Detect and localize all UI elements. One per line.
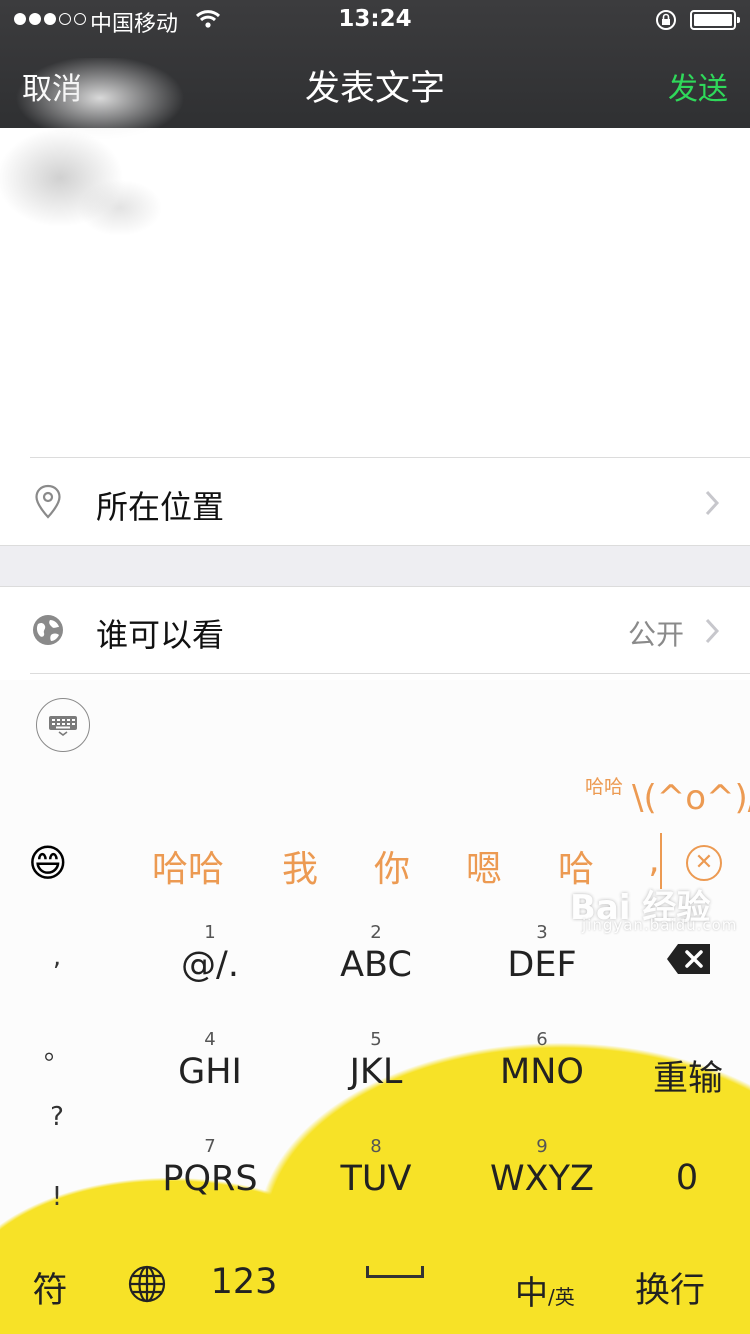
globe-switch-icon[interactable] <box>128 1265 166 1303</box>
clear-icon[interactable]: ✕ <box>686 845 722 881</box>
candidate-3[interactable]: 你 <box>374 840 410 892</box>
language-toggle-key[interactable]: 中/英 <box>515 1266 575 1314</box>
keyboard-toggle-button[interactable] <box>36 698 90 752</box>
lang-sub: 英 <box>554 1285 575 1309</box>
candidate-1[interactable]: 哈哈 <box>152 840 224 892</box>
key-number: 5 <box>370 1029 382 1050</box>
key-7[interactable]: 7 PQRS <box>135 1136 285 1200</box>
keyboard: 哈哈 \(^o^)/ 😄 哈哈 我 你 嗯 哈 , ✕ , 。 ? ! 1 @/… <box>0 680 750 1334</box>
enter-key[interactable]: 换行 <box>635 1262 705 1313</box>
key-6[interactable]: 6 MNO <box>467 1029 617 1093</box>
location-label: 所在位置 <box>96 488 225 526</box>
battery-icon <box>690 10 740 30</box>
key-number: 4 <box>204 1029 216 1050</box>
section-gap <box>0 546 750 586</box>
watermark-url: jingyan.baidu.com <box>582 916 738 934</box>
chevron-right-icon <box>705 490 720 516</box>
backspace-icon[interactable] <box>666 943 712 975</box>
location-pin-icon <box>35 484 61 519</box>
pinyin-hint: 哈哈 <box>585 776 624 798</box>
candidate-2[interactable]: 我 <box>282 840 318 892</box>
key-letters: MNO <box>500 1052 584 1092</box>
key-letters: DEF <box>507 945 577 985</box>
key-9[interactable]: 9 WXYZ <box>467 1136 617 1200</box>
reenter-key[interactable]: 重输 <box>653 1050 723 1101</box>
globe-icon <box>33 615 63 645</box>
key-1[interactable]: 1 @/. <box>135 922 285 986</box>
key-0[interactable]: 0 <box>676 1158 698 1198</box>
send-button[interactable]: 发送 <box>668 64 728 108</box>
kaomoji-candidate[interactable]: \(^o^)/ <box>632 778 750 818</box>
key-number: 7 <box>204 1136 216 1157</box>
visibility-value: 公开 <box>627 618 684 651</box>
post-text-input[interactable] <box>0 128 750 456</box>
rotation-lock-icon <box>656 10 676 30</box>
lang-main: 中 <box>515 1273 548 1312</box>
punct-period[interactable]: 。 <box>44 1030 70 1067</box>
top-bar: 中国移动 13:24 取消 发表文字 发送 <box>0 0 750 128</box>
status-bar: 中国移动 13:24 <box>0 0 750 40</box>
candidate-4[interactable]: 嗯 <box>466 840 502 892</box>
key-number: 8 <box>370 1136 382 1157</box>
key-letters: GHI <box>178 1052 242 1092</box>
page-title: 发表文字 <box>304 69 445 109</box>
key-letters: TUV <box>340 1159 412 1199</box>
key-4[interactable]: 4 GHI <box>135 1029 285 1093</box>
key-number: 9 <box>536 1136 548 1157</box>
divider <box>30 673 750 674</box>
key-letters: PQRS <box>162 1159 258 1199</box>
numbers-key[interactable]: 123 <box>211 1262 278 1302</box>
key-letters: @/. <box>181 945 239 985</box>
candidate-6[interactable]: , <box>648 840 659 881</box>
visibility-row[interactable]: 谁可以看 公开 <box>0 587 750 673</box>
keyboard-icon <box>49 716 77 736</box>
status-time: 13:24 <box>338 6 412 32</box>
key-5[interactable]: 5 JKL <box>301 1029 451 1093</box>
chevron-right-icon <box>705 618 720 644</box>
key-number: 2 <box>370 922 382 943</box>
punct-question[interactable]: ? <box>50 1102 64 1132</box>
key-letters: JKL <box>349 1052 403 1092</box>
key-8[interactable]: 8 TUV <box>301 1136 451 1200</box>
space-key[interactable] <box>366 1266 424 1278</box>
visibility-label: 谁可以看 <box>96 616 225 654</box>
key-number: 6 <box>536 1029 548 1050</box>
punct-comma[interactable]: , <box>53 942 61 972</box>
punct-exclaim[interactable]: ! <box>52 1182 62 1212</box>
key-2[interactable]: 2 ABC <box>301 922 451 986</box>
symbols-key[interactable]: 符 <box>32 1262 67 1313</box>
key-letters: WXYZ <box>490 1159 594 1199</box>
location-row[interactable]: 所在位置 <box>0 458 750 546</box>
key-number: 1 <box>204 922 216 943</box>
key-letters: ABC <box>340 945 412 985</box>
